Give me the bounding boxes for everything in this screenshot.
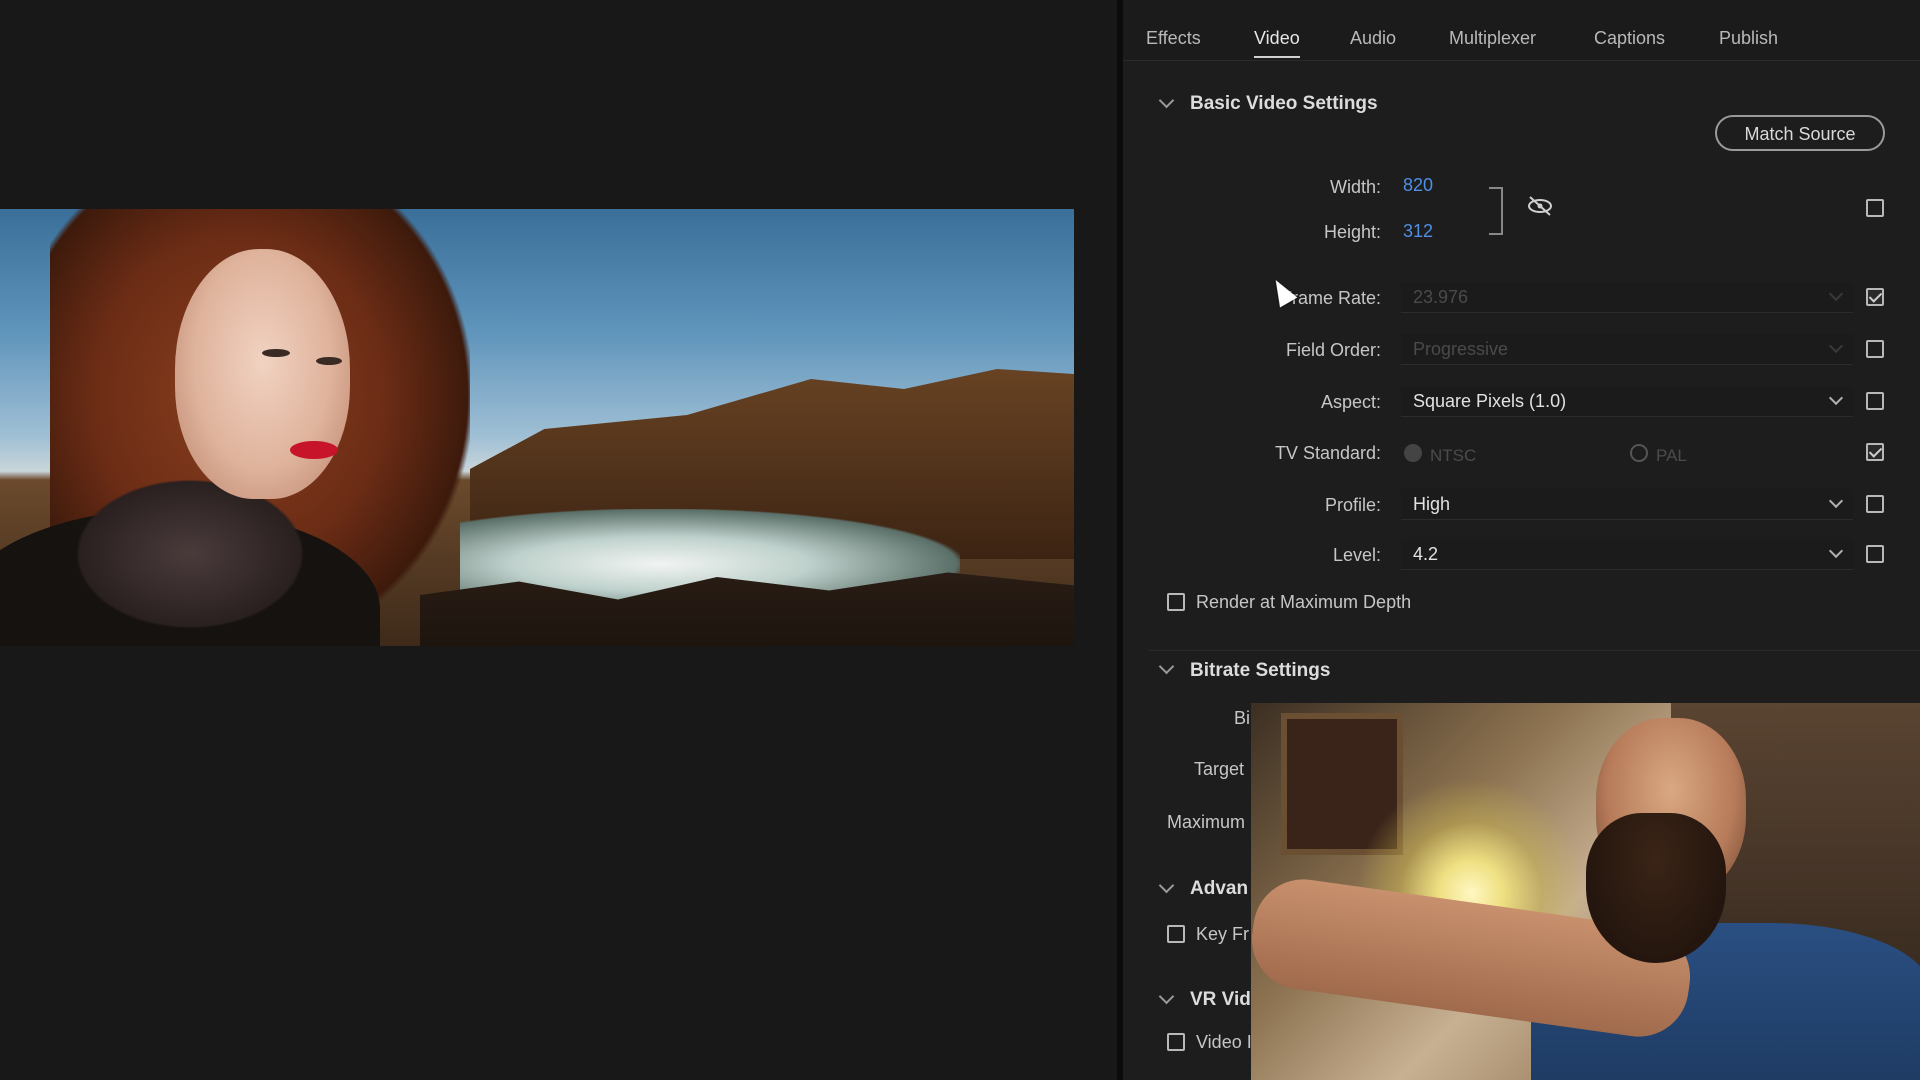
level-select[interactable]: 4.2 (1401, 539, 1853, 570)
unlinked-chain-icon[interactable] (1526, 194, 1554, 218)
field-order-label: Field Order: (1285, 340, 1381, 360)
chevron-down-icon (1828, 543, 1844, 559)
vr-video-label: Video I (1196, 1032, 1252, 1052)
program-monitor (0, 0, 1117, 1080)
width-label: Width: (1329, 177, 1381, 197)
pal-radio[interactable] (1630, 444, 1648, 462)
height-label: Height: (1323, 222, 1381, 242)
bitrate-encoding-label: Bi (1234, 708, 1251, 728)
profile-value: High (1413, 494, 1451, 514)
profile-label: Profile: (1324, 495, 1381, 515)
frame-rate-value: 23.976 (1413, 287, 1469, 307)
tab-publish[interactable]: Publish (1719, 28, 1778, 49)
chevron-down-icon (1828, 493, 1844, 509)
vr-video-header[interactable]: VR Vid (1190, 989, 1251, 1011)
aspect-select[interactable]: Square Pixels (1.0) (1401, 386, 1853, 417)
ntsc-label: NTSC (1430, 446, 1477, 465)
field-order-select[interactable]: Progressive (1401, 334, 1853, 365)
height-field[interactable]: 312 (1403, 221, 1433, 242)
level-override-checkbox[interactable] (1866, 545, 1884, 563)
tab-video[interactable]: Video (1254, 28, 1300, 58)
aspect-value: Square Pixels (1.0) (1413, 391, 1567, 411)
aspect-override-checkbox[interactable] (1866, 392, 1884, 410)
render-max-depth-checkbox[interactable] (1167, 593, 1185, 611)
video-preview-frame (0, 209, 1074, 646)
settings-tabs: Effects Video Audio Multiplexer Captions… (1123, 0, 1920, 61)
webcam-overlay (1251, 703, 1920, 1080)
field-order-value: Progressive (1413, 339, 1509, 359)
dimensions-override-checkbox[interactable] (1866, 199, 1884, 217)
section-divider (1149, 650, 1920, 651)
preview-face (175, 249, 350, 499)
key-frame-label: Key Fr (1196, 924, 1250, 944)
level-value: 4.2 (1413, 544, 1439, 564)
key-frame-checkbox[interactable] (1167, 925, 1185, 943)
preview-lips (290, 441, 338, 459)
ntsc-radio[interactable] (1404, 444, 1422, 462)
presenter-beard (1586, 813, 1726, 963)
tab-audio[interactable]: Audio (1350, 28, 1396, 49)
basic-video-settings-header[interactable]: Basic Video Settings (1190, 93, 1378, 115)
profile-select[interactable]: High (1401, 489, 1853, 520)
frame-rate-override-checkbox[interactable] (1866, 288, 1884, 306)
chevron-down-icon (1828, 286, 1844, 302)
chevron-down-icon (1828, 338, 1844, 354)
match-source-button[interactable]: Match Source (1715, 115, 1885, 151)
field-order-override-checkbox[interactable] (1866, 340, 1884, 358)
maximum-bitrate-label: Maximum (1167, 812, 1246, 832)
render-max-depth-label: Render at Maximum Depth (1196, 592, 1412, 612)
tab-multiplexer[interactable]: Multiplexer (1449, 28, 1536, 49)
aspect-label: Aspect: (1320, 392, 1381, 412)
dimension-link-bracket (1489, 187, 1503, 235)
frame-rate-select[interactable]: 23.976 (1401, 282, 1853, 313)
tv-standard-override-checkbox[interactable] (1866, 443, 1884, 461)
target-bitrate-label: Target (1194, 759, 1245, 779)
preview-eye (262, 349, 290, 357)
preview-person (0, 209, 520, 646)
width-field[interactable]: 820 (1403, 175, 1433, 196)
preview-eye (316, 357, 342, 365)
bitrate-settings-header[interactable]: Bitrate Settings (1190, 660, 1330, 682)
profile-override-checkbox[interactable] (1866, 495, 1884, 513)
tab-effects[interactable]: Effects (1146, 28, 1201, 49)
chevron-down-icon (1828, 390, 1844, 406)
advanced-settings-header[interactable]: Advan (1190, 878, 1248, 900)
vr-video-checkbox[interactable] (1167, 1033, 1185, 1051)
pal-label: PAL (1656, 446, 1687, 465)
tv-standard-label: TV Standard: (1274, 443, 1381, 463)
tab-captions[interactable]: Captions (1594, 28, 1665, 49)
level-label: Level: (1332, 545, 1381, 565)
frame-rate-label: Frame Rate: (1280, 288, 1381, 308)
